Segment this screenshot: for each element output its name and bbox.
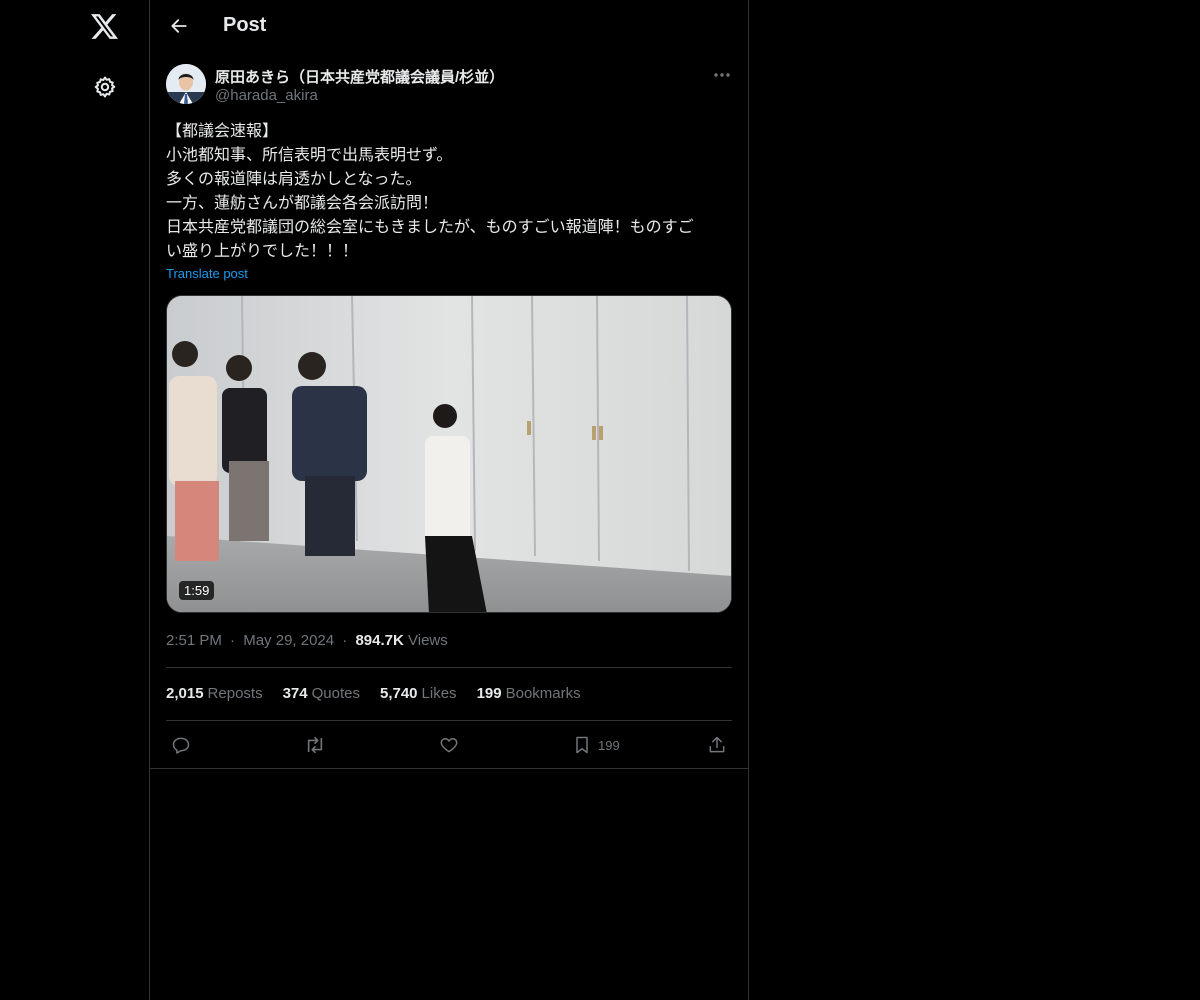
post-stats: 2,015 Reposts 374 Quotes 5,740 Likes 199 Boo…	[166, 685, 581, 702]
views-count: 894.7K	[355, 632, 404, 649]
post-author: 原田あきら（日本共産党都議会議員/杉並） @harada_akira	[166, 64, 734, 108]
like-button[interactable]	[439, 731, 459, 759]
author-handle[interactable]: @harada_akira	[215, 87, 318, 104]
post-text: 【都議会速報】 小池都知事、所信表明で出馬表明せず。 多くの報道陣は肩透かしとな…	[166, 123, 694, 260]
video-thumbnail	[167, 296, 731, 612]
arrow-left-icon	[171, 19, 187, 33]
settings-button[interactable]	[81, 63, 129, 111]
repost-icon	[307, 736, 323, 754]
likes-count: 5,740	[379, 685, 418, 702]
quotes-label: Quotes	[311, 685, 360, 702]
divider	[166, 667, 732, 668]
more-horizontal-icon	[714, 73, 730, 77]
bookmark-button[interactable]: 199	[572, 731, 620, 759]
share-icon	[709, 736, 725, 753]
meta-separator: ·	[230, 632, 236, 649]
post-video[interactable]: 1:59	[166, 295, 732, 613]
quotes-count: 374	[282, 685, 308, 702]
more-options-button[interactable]	[710, 64, 734, 86]
reposts-label: Reposts	[207, 685, 263, 702]
author-name[interactable]: 原田あきら（日本共産党都議会議員/杉並）	[215, 66, 504, 87]
post-time[interactable]: 2:51 PM	[166, 632, 222, 649]
reposts-count: 2,015	[166, 685, 204, 702]
bookmarks-label: Bookmarks	[505, 685, 581, 702]
x-logo-button[interactable]	[81, 3, 129, 51]
video-duration: 1:59	[179, 581, 215, 600]
repost-button[interactable]	[304, 731, 326, 759]
heart-icon	[440, 738, 458, 753]
post-meta: 2:51 PM · May 29, 2024 · 894.7K Views	[166, 632, 448, 649]
post-date[interactable]: May 29, 2024	[243, 632, 334, 649]
likes-label: Likes	[421, 685, 457, 702]
post-bottom-border	[150, 768, 748, 769]
views-label: Views	[408, 632, 448, 649]
gear-icon	[94, 76, 116, 98]
divider	[166, 720, 732, 721]
translate-post-link[interactable]: Translate post	[166, 266, 248, 281]
back-button[interactable]	[162, 9, 196, 43]
bookmark-icon	[576, 736, 588, 754]
reply-button[interactable]	[171, 731, 191, 759]
avatar[interactable]	[166, 64, 206, 104]
reposts-stat[interactable]: 2,015 Reposts	[166, 685, 263, 702]
post-actions: 199	[166, 731, 732, 759]
page-title: Post	[223, 14, 267, 36]
likes-stat[interactable]: 5,740 Likes	[380, 685, 457, 702]
avatar-image	[166, 64, 206, 104]
meta-separator: ·	[342, 632, 348, 649]
bookmarks-count: 199	[476, 685, 502, 702]
quotes-stat[interactable]: 374 Quotes	[283, 685, 360, 702]
reply-icon	[172, 737, 190, 754]
left-nav	[0, 0, 149, 1000]
post-header: Post	[150, 0, 748, 53]
x-logo-icon	[91, 14, 119, 39]
post-column: Post 原田あきら（日本共産党都議会議員/杉並） @harada_akira …	[149, 0, 749, 1000]
bookmarks-stat[interactable]: 199 Bookmarks	[477, 685, 581, 702]
bookmark-count: 199	[598, 737, 620, 753]
share-button[interactable]	[707, 731, 727, 759]
